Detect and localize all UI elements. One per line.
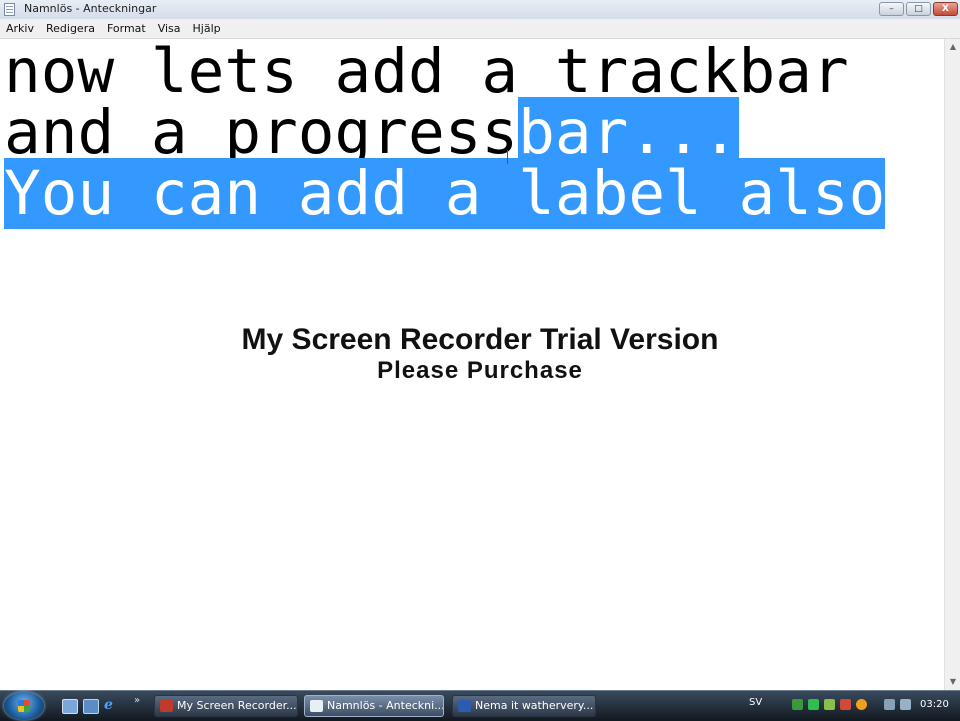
selected-text-line-3: You can add a label also bbox=[4, 158, 886, 229]
tray-app-icon[interactable] bbox=[808, 699, 819, 710]
tray-app-icon[interactable] bbox=[856, 699, 867, 710]
task-button-recorder[interactable]: My Screen Recorder... bbox=[154, 695, 298, 717]
maximize-button[interactable]: □ bbox=[906, 2, 931, 16]
quicklaunch-more-button[interactable]: » bbox=[134, 695, 140, 706]
word-icon bbox=[458, 700, 471, 712]
watermark-title: My Screen Recorder Trial Version bbox=[241, 323, 719, 356]
title-bar[interactable]: Namnlös - Anteckningar – □ X bbox=[0, 0, 960, 20]
tray-app-icon[interactable] bbox=[824, 699, 835, 710]
show-desktop-icon[interactable] bbox=[62, 699, 78, 714]
switch-windows-icon[interactable] bbox=[83, 699, 99, 714]
task-label: Namnlös - Anteckni... bbox=[327, 699, 444, 712]
window-controls: – □ X bbox=[879, 2, 958, 16]
menu-redigera[interactable]: Redigera bbox=[46, 22, 95, 35]
notepad-icon bbox=[310, 700, 323, 712]
tray-app-icon[interactable] bbox=[792, 699, 803, 710]
task-label: My Screen Recorder... bbox=[177, 699, 297, 712]
menu-arkiv[interactable]: Arkiv bbox=[6, 22, 34, 35]
task-button-notepad[interactable]: Namnlös - Anteckni... bbox=[304, 695, 444, 717]
menu-format[interactable]: Format bbox=[107, 22, 146, 35]
watermark-subtitle: Please Purchase bbox=[377, 357, 583, 384]
menu-hjalp[interactable]: Hjälp bbox=[193, 22, 221, 35]
task-button-word[interactable]: Nema it wathervery... bbox=[452, 695, 596, 717]
scroll-down-button[interactable]: ▼ bbox=[945, 674, 960, 690]
window-title: Namnlös - Anteckningar bbox=[24, 2, 157, 15]
text-cursor bbox=[507, 150, 509, 164]
recorder-icon bbox=[160, 700, 173, 712]
volume-icon[interactable] bbox=[900, 699, 911, 710]
clock[interactable]: 03:20 bbox=[920, 699, 949, 710]
task-label: Nema it wathervery... bbox=[475, 699, 594, 712]
editor-content[interactable]: now lets add a trackbar and a progressba… bbox=[4, 41, 886, 229]
taskbar: e » My Screen Recorder... Namnlös - Ante… bbox=[0, 690, 960, 721]
close-button[interactable]: X bbox=[933, 2, 958, 16]
start-button[interactable] bbox=[4, 692, 44, 720]
notepad-icon bbox=[4, 3, 15, 16]
menu-bar: Arkiv Redigera Format Visa Hjälp bbox=[0, 19, 960, 39]
scroll-up-button[interactable]: ▲ bbox=[945, 39, 960, 55]
menu-visa[interactable]: Visa bbox=[158, 22, 181, 35]
language-indicator[interactable]: SV bbox=[749, 697, 762, 708]
internet-explorer-icon[interactable]: e bbox=[104, 698, 118, 712]
tray-app-icon[interactable] bbox=[840, 699, 851, 710]
network-icon[interactable] bbox=[884, 699, 895, 710]
minimize-button[interactable]: – bbox=[879, 2, 904, 16]
